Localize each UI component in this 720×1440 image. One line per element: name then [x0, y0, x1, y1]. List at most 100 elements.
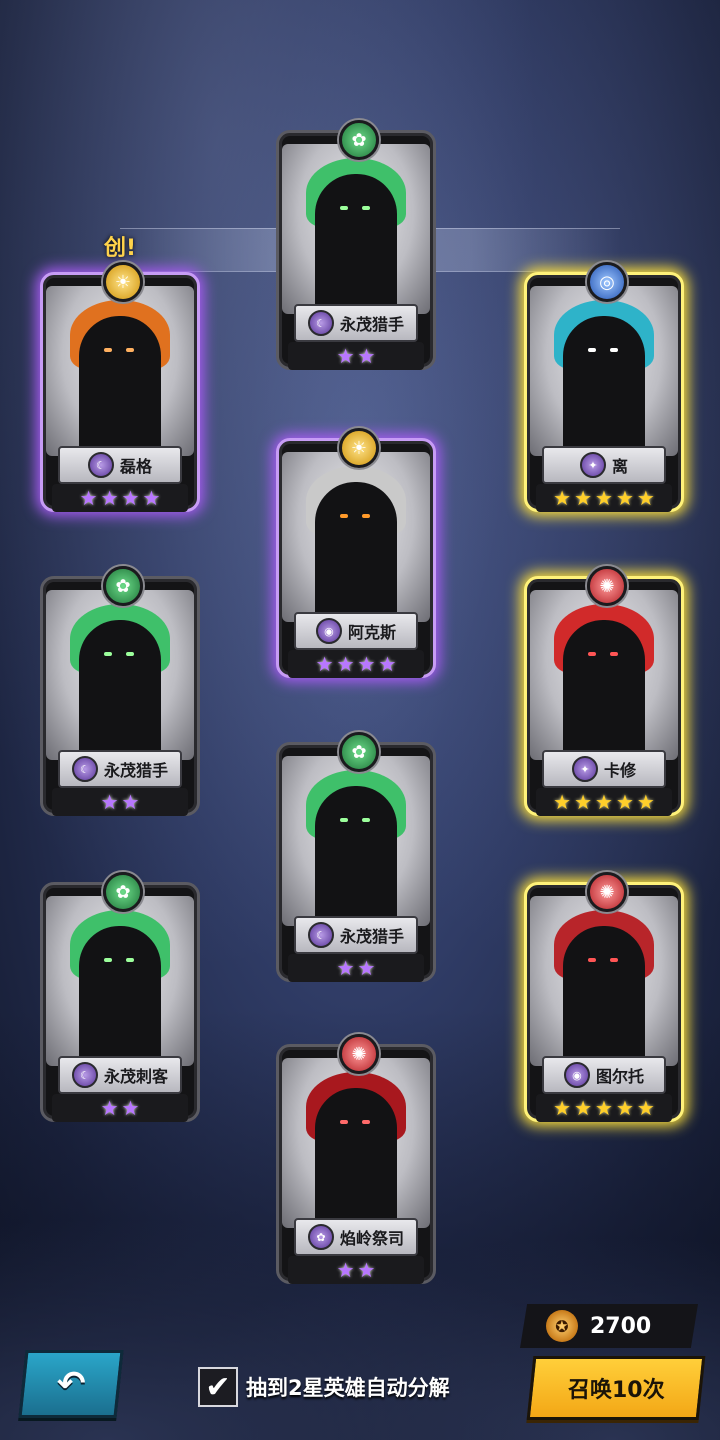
hero-eye	[340, 514, 348, 518]
hero-portrait	[530, 896, 678, 1066]
star-icon: ★	[615, 790, 634, 814]
hero-namebar: ☾ 永茂猎手	[294, 304, 418, 342]
forest-element-icon: ✿	[339, 732, 379, 772]
hero-namebar: ◉ 阿克斯	[294, 612, 418, 650]
hero-portrait	[46, 286, 194, 456]
hero-name: 永茂猎手	[339, 927, 404, 946]
hero-namebar: ◉ 图尔托	[542, 1056, 666, 1094]
summon-cost: ✪ 2700	[520, 1304, 698, 1348]
star-icon: ★	[636, 790, 655, 814]
star-icon: ★	[121, 486, 140, 510]
hero-eye	[104, 958, 112, 962]
hero-card[interactable]: ✺ ✦ 卡修 ★ ★ ★ ★ ★	[516, 566, 692, 832]
hero-eye	[362, 514, 370, 518]
hero-class-icon: ☾	[307, 922, 334, 948]
summon-10-label: 召唤10次	[567, 1378, 665, 1403]
hero-card[interactable]: ☀ ◉ 阿克斯 ★ ★ ★ ★	[268, 428, 444, 694]
star-icon: ★	[336, 1258, 355, 1282]
star-icon: ★	[121, 1096, 140, 1120]
star-icon: ★	[595, 790, 613, 814]
hero-portrait	[46, 896, 194, 1066]
star-icon: ★	[100, 790, 119, 814]
hero-silhouette	[315, 482, 397, 622]
hero-star-rating: ★ ★	[52, 788, 188, 816]
hero-portrait	[282, 144, 430, 314]
hero-class-icon: ✿	[307, 1224, 334, 1250]
hero-silhouette	[563, 316, 645, 456]
hero-card[interactable]: ✿ ☾ 永茂猎手 ★ ★	[268, 732, 444, 998]
hero-namebar: ✦ 离	[542, 446, 666, 484]
hero-class-icon: ◉	[315, 618, 342, 644]
hero-silhouette	[79, 316, 161, 456]
auto-decompose-checkbox[interactable]: ✔	[198, 1367, 238, 1407]
star-icon: ★	[357, 1258, 376, 1282]
star-icon: ★	[636, 486, 655, 510]
star-icon: ★	[336, 344, 355, 368]
auto-decompose-option[interactable]: ✔ 抽到2星英雄自动分解	[198, 1366, 450, 1408]
hero-eye	[126, 958, 134, 962]
hero-eye	[588, 958, 596, 962]
fire-element-icon: ✺	[587, 566, 627, 606]
star-icon: ★	[336, 956, 355, 980]
checkmark-icon: ✔	[205, 1369, 231, 1405]
star-icon: ★	[553, 1096, 572, 1120]
hero-name: 图尔托	[595, 1067, 644, 1086]
hero-card[interactable]: ✿ ☾ 永茂猎手 ★ ★	[268, 120, 444, 386]
hero-eye	[610, 652, 618, 656]
star-icon: ★	[574, 486, 593, 510]
hero-namebar: ☾ 磊格	[58, 446, 182, 484]
star-icon: ★	[79, 486, 98, 510]
hero-namebar: ☾ 永茂猎手	[58, 750, 182, 788]
hero-eye	[126, 652, 134, 656]
hero-name: 卡修	[603, 761, 636, 780]
hero-star-rating: ★ ★	[52, 1094, 188, 1122]
hero-card[interactable]: ◎ ✦ 离 ★ ★ ★ ★ ★	[516, 262, 692, 528]
hero-portrait	[282, 1058, 430, 1228]
hero-star-rating: ★ ★ ★ ★	[52, 484, 188, 512]
hero-card[interactable]: ✺ ✿ 焰岭祭司 ★ ★	[268, 1034, 444, 1300]
summon-10-button[interactable]: 召唤10次	[526, 1356, 706, 1420]
star-icon: ★	[574, 790, 593, 814]
star-icon: ★	[142, 486, 161, 510]
hero-silhouette	[315, 1088, 397, 1228]
hero-card[interactable]: ✿ ☾ 永茂刺客 ★ ★	[32, 872, 208, 1138]
hero-card[interactable]: ✿ ☾ 永茂猎手 ★ ★	[32, 566, 208, 832]
hero-namebar: ✦ 卡修	[542, 750, 666, 788]
star-icon: ★	[357, 956, 376, 980]
star-icon: ★	[121, 790, 140, 814]
hero-namebar: ☾ 永茂刺客	[58, 1056, 182, 1094]
star-icon: ★	[336, 652, 355, 676]
star-icon: ★	[357, 344, 376, 368]
summon-currency-icon: ✪	[546, 1310, 578, 1342]
hero-eye	[340, 206, 348, 210]
star-icon: ★	[615, 486, 634, 510]
hero-card[interactable]: ☀ ☾ 磊格 ★ ★ ★ ★	[32, 262, 208, 528]
hero-card[interactable]: ✺ ◉ 图尔托 ★ ★ ★ ★ ★	[516, 872, 692, 1138]
hero-eye	[610, 348, 618, 352]
star-icon: ★	[636, 1096, 655, 1120]
auto-decompose-label: 抽到2星英雄自动分解	[246, 1376, 450, 1400]
summon-cost-value: 2700	[590, 1313, 652, 1339]
hero-class-icon: ✦	[579, 452, 606, 478]
hero-name: 离	[611, 457, 628, 476]
back-button[interactable]: ↶	[18, 1350, 124, 1418]
hero-name: 磊格	[119, 457, 152, 476]
forest-element-icon: ✿	[103, 872, 143, 912]
star-icon: ★	[615, 1096, 634, 1120]
hero-eye	[588, 652, 596, 656]
hero-namebar: ✿ 焰岭祭司	[294, 1218, 418, 1256]
hero-eye	[362, 1120, 370, 1124]
sun-element-icon: ☀	[103, 262, 143, 302]
water-element-icon: ◎	[587, 262, 627, 302]
banner-fragment: 创!	[104, 236, 137, 261]
star-icon: ★	[378, 652, 397, 676]
back-arrow-icon: ↶	[56, 1364, 86, 1404]
hero-star-rating: ★ ★ ★ ★ ★	[536, 484, 672, 512]
hero-class-icon: ☾	[307, 310, 334, 336]
hero-name: 永茂猎手	[103, 761, 168, 780]
star-icon: ★	[595, 486, 613, 510]
hero-class-icon: ☾	[87, 452, 114, 478]
fire-element-icon: ✺	[339, 1034, 379, 1074]
hero-name: 阿克斯	[347, 623, 396, 642]
hero-name: 焰岭祭司	[339, 1229, 404, 1248]
